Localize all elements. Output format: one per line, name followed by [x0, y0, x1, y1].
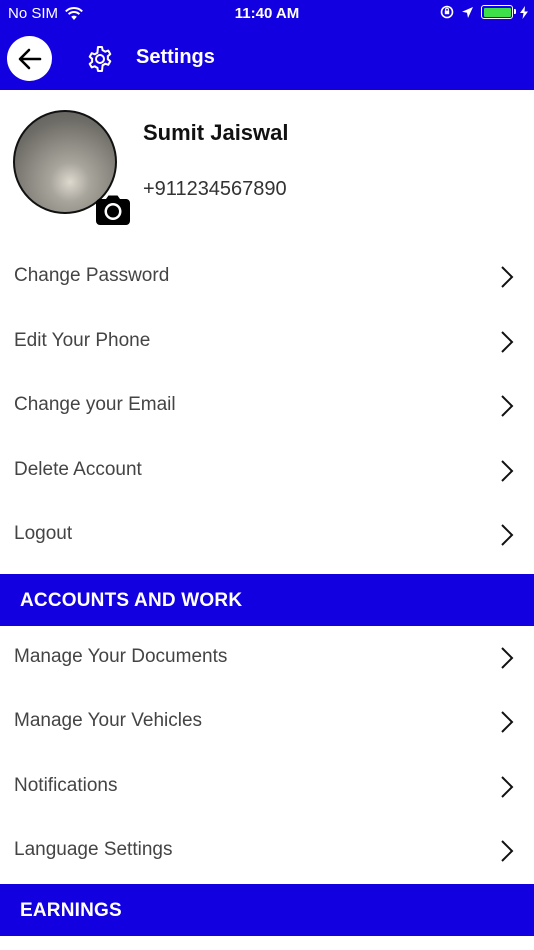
battery-level: [483, 7, 511, 17]
menu-item-edit-phone[interactable]: Edit Your Phone: [0, 310, 534, 374]
chevron-right-icon: [501, 711, 514, 733]
page-title: Settings: [136, 46, 215, 68]
back-button[interactable]: [7, 36, 52, 81]
menu-item-label: Notifications: [14, 775, 118, 796]
menu-item-label: Logout: [14, 523, 73, 544]
chevron-right-icon: [501, 266, 514, 288]
charging-bolt-icon: [520, 5, 528, 19]
profile-phone: +911234567890: [143, 178, 287, 200]
chevron-right-icon: [501, 840, 514, 862]
chevron-right-icon: [501, 460, 514, 482]
menu-item-label: Manage Your Documents: [14, 646, 228, 667]
chevron-right-icon: [501, 524, 514, 546]
menu-item-label: Delete Account: [14, 459, 142, 480]
chevron-right-icon: [501, 776, 514, 798]
section-header-accounts-and-work: ACCOUNTS AND WORK: [0, 574, 534, 626]
gear-icon: [88, 46, 112, 72]
status-bar: No SIM 11:40 AM: [0, 0, 534, 28]
section-title: ACCOUNTS AND WORK: [20, 590, 243, 611]
menu-item-logout[interactable]: Logout: [0, 503, 534, 567]
orientation-lock-icon: [440, 5, 454, 19]
menu-item-notifications[interactable]: Notifications: [0, 755, 534, 819]
status-right: [440, 5, 528, 19]
section-title: EARNINGS: [20, 900, 122, 921]
battery-tip: [514, 9, 516, 14]
battery-icon: [481, 5, 516, 19]
profile-section: Sumit Jaiswal +911234567890: [0, 90, 534, 240]
location-icon: [462, 6, 473, 18]
section-header-earnings: EARNINGS: [0, 884, 534, 936]
camera-icon[interactable]: [95, 194, 131, 226]
menu-item-label: Edit Your Phone: [14, 330, 151, 351]
menu-item-change-password[interactable]: Change Password: [0, 245, 534, 309]
chevron-right-icon: [501, 395, 514, 417]
menu-item-label: Change Password: [14, 265, 170, 286]
menu-item-manage-vehicles[interactable]: Manage Your Vehicles: [0, 690, 534, 754]
menu-item-delete-account[interactable]: Delete Account: [0, 439, 534, 503]
app-header: No SIM 11:40 AM Settings: [0, 0, 534, 90]
arrow-left-icon: [18, 48, 41, 69]
menu-item-language-settings[interactable]: Language Settings: [0, 819, 534, 883]
menu-item-label: Change your Email: [14, 394, 176, 415]
chevron-right-icon: [501, 331, 514, 353]
profile-name: Sumit Jaiswal: [143, 120, 289, 145]
menu-item-label: Manage Your Vehicles: [14, 710, 203, 731]
menu-item-manage-documents[interactable]: Manage Your Documents: [0, 626, 534, 690]
menu-item-label: Language Settings: [14, 839, 173, 860]
chevron-right-icon: [501, 647, 514, 669]
menu-item-change-email[interactable]: Change your Email: [0, 374, 534, 438]
